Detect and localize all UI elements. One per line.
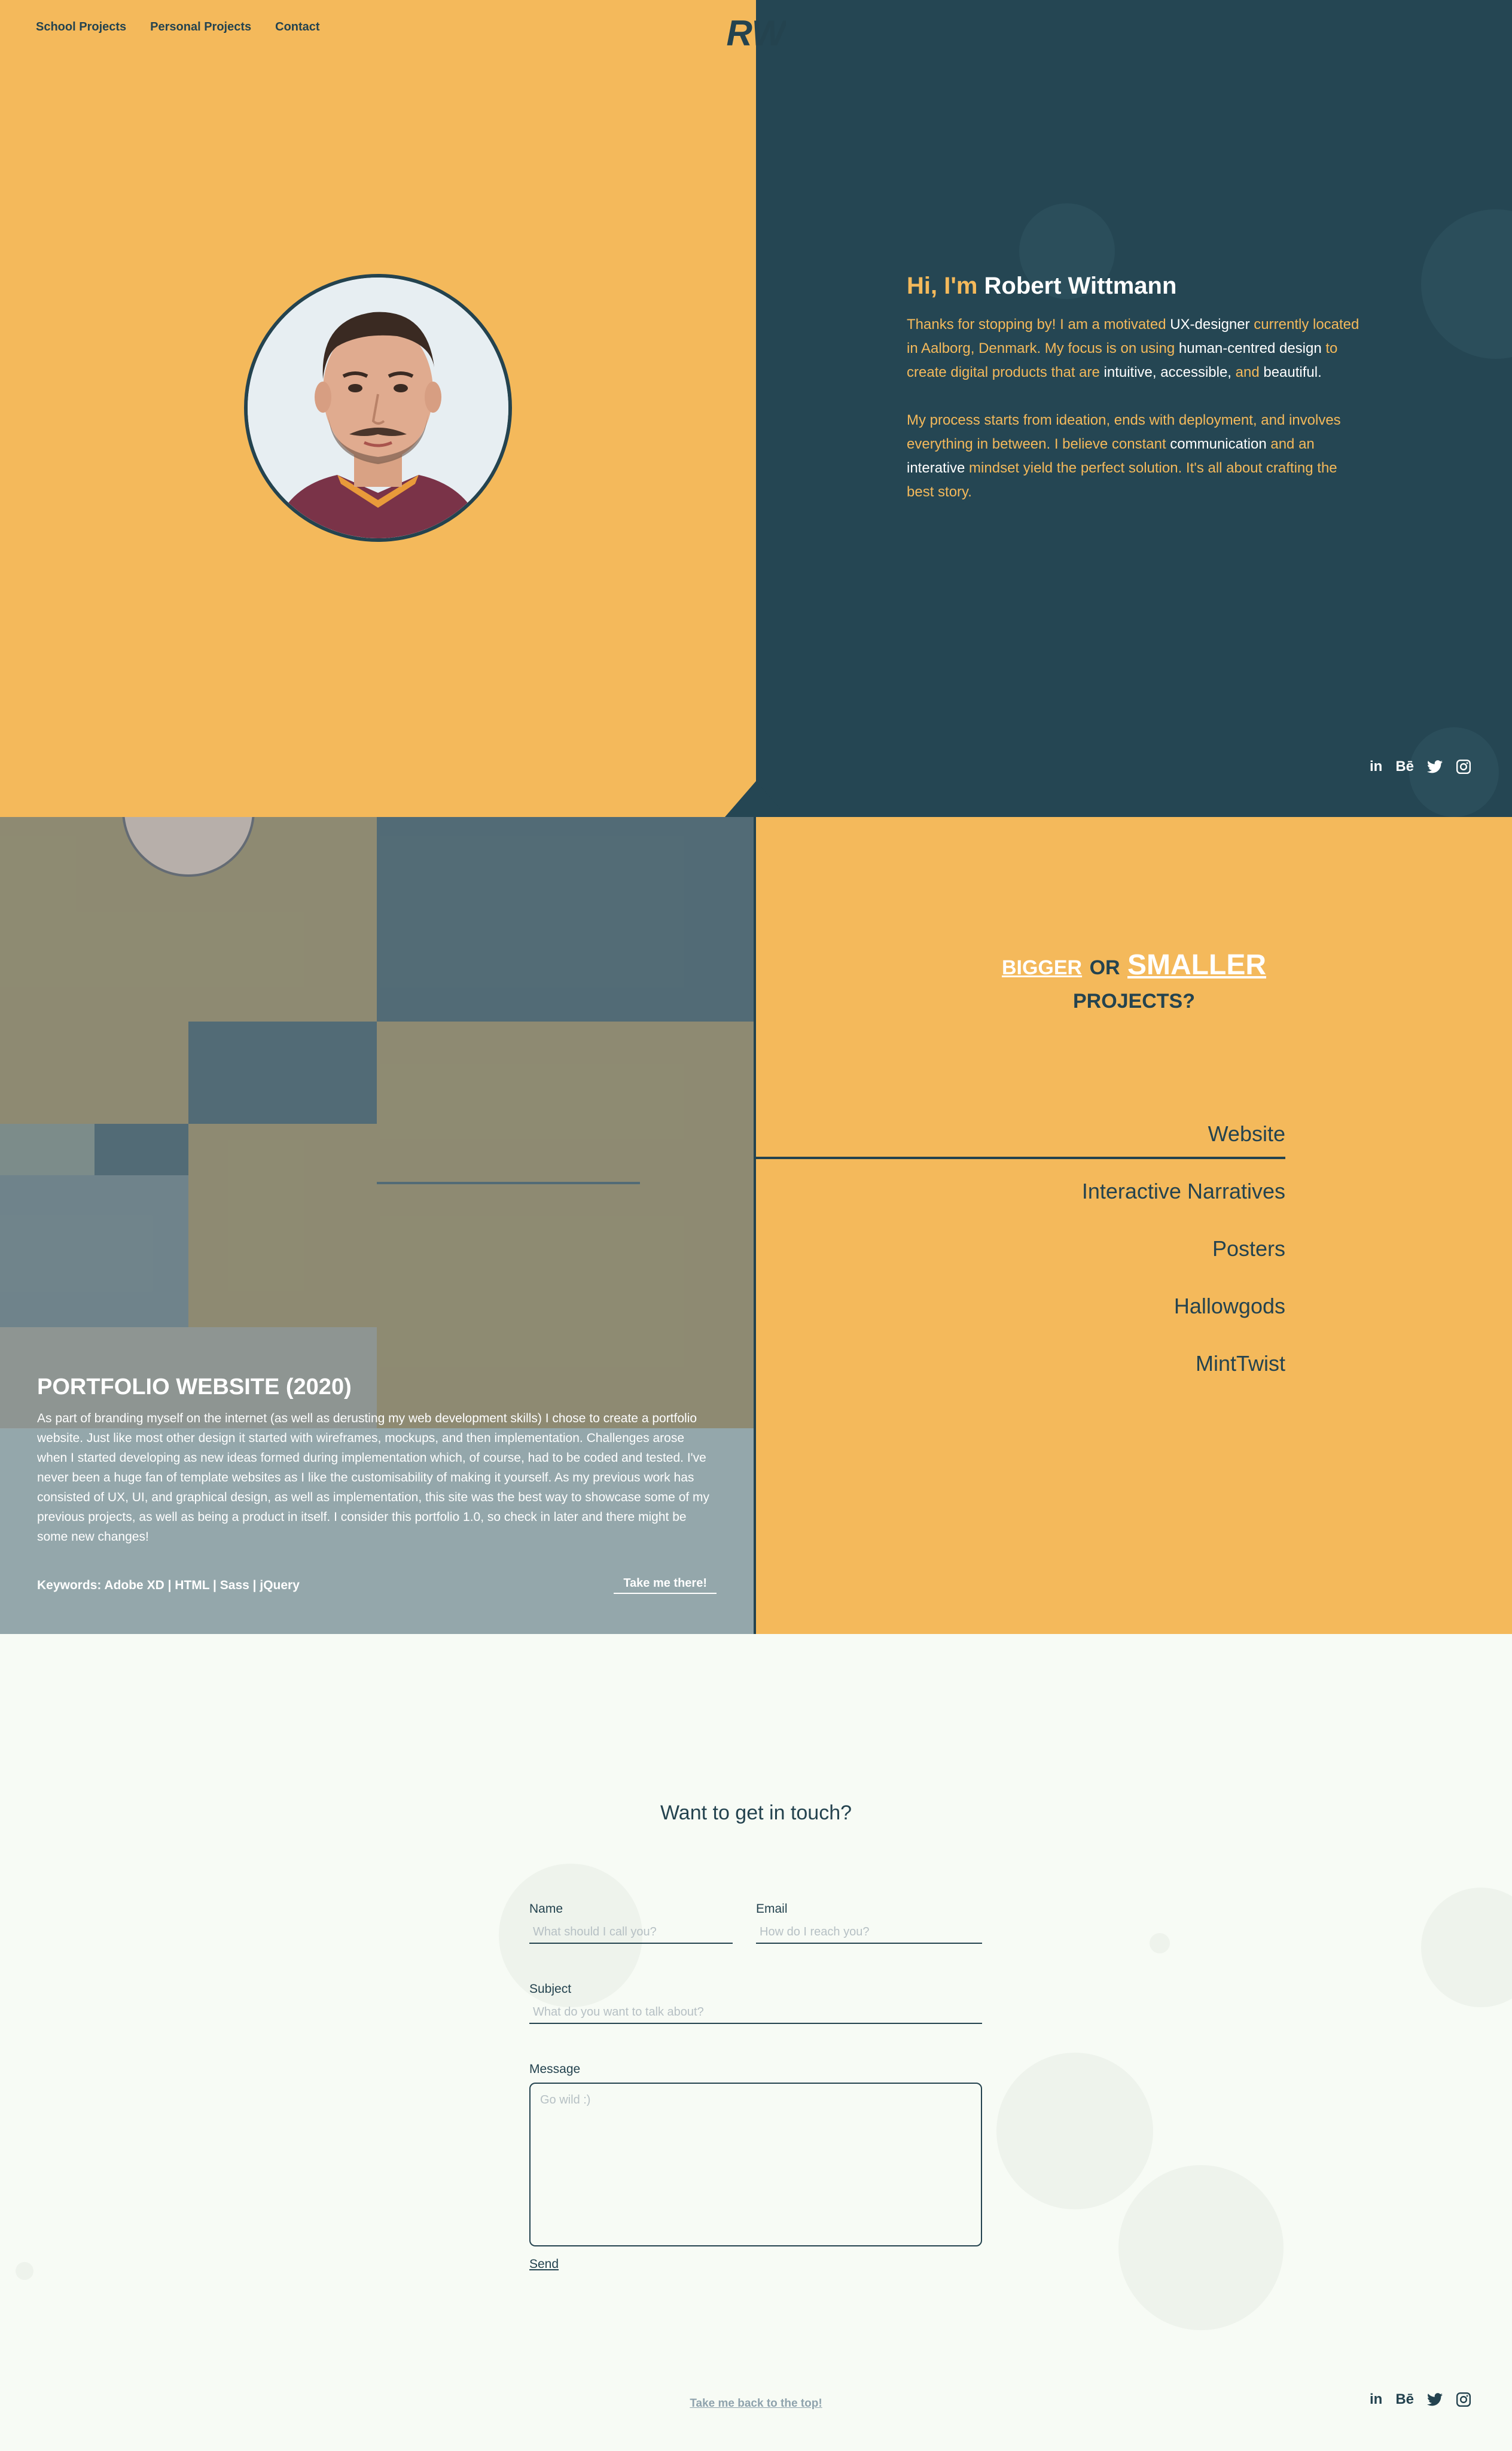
projects-section: PORTFOLIO WEBSITE (2020) As part of bran… — [0, 817, 1512, 1634]
intro-p2-run: and an — [1266, 436, 1315, 452]
bigger-link[interactable]: BIGGER — [1002, 956, 1082, 979]
twitter-icon[interactable] — [1427, 2393, 1443, 2406]
contact-section: Want to get in touch? Name Email Subject… — [0, 1634, 1512, 2451]
behance-icon[interactable]: Bē — [1395, 758, 1414, 775]
project-item-posters[interactable]: Posters — [756, 1224, 1285, 1281]
name-label: Name — [529, 1902, 563, 1916]
project-description: As part of branding myself on the intern… — [37, 1412, 710, 1544]
name-input[interactable] — [529, 1921, 733, 1944]
contact-heading: Want to get in touch? — [660, 1801, 852, 1824]
email-label: Email — [756, 1902, 788, 1916]
send-button[interactable]: Send — [529, 2257, 559, 2272]
subject-label: Subject — [529, 1982, 572, 1996]
project-title: PORTFOLIO WEBSITE (2020) — [37, 1374, 352, 1400]
intro-p2-run: mindset yield the perfect solution. It's… — [907, 460, 1337, 500]
deco-circle — [1150, 1933, 1170, 1953]
avatar — [244, 274, 512, 542]
rw-logo[interactable]: RW — [726, 13, 786, 51]
project-item-hallowgods[interactable]: Hallowgods — [756, 1281, 1285, 1339]
intro-block: Hi, I'm Robert Wittmann Thanks for stopp… — [907, 273, 1361, 528]
deco-circle — [1421, 1888, 1512, 2007]
linkedin-icon[interactable]: in — [1370, 2391, 1382, 2408]
deco-circle — [996, 2053, 1153, 2209]
project-item-interactive-narratives[interactable]: Interactive Narratives — [756, 1166, 1285, 1224]
hero-section: School Projects Personal Projects Contac… — [0, 0, 1512, 817]
subject-input[interactable] — [529, 2001, 982, 2024]
linkedin-icon[interactable]: in — [1370, 758, 1382, 775]
project-footer: Keywords: Adobe XD | HTML | Sass | jQuer… — [37, 1577, 717, 1594]
intro-p2-run: communication — [1170, 436, 1267, 452]
projects-question-word: PROJECTS? — [1072, 990, 1196, 1013]
nav-personal-projects[interactable]: Personal Projects — [150, 20, 251, 34]
project-info: PORTFOLIO WEBSITE (2020) As part of bran… — [37, 1374, 717, 1547]
intro-p1-run: beautiful. — [1263, 364, 1322, 380]
hero-social-links: in Bē — [1370, 758, 1471, 775]
message-label: Message — [529, 2062, 581, 2076]
logo-text: RW — [727, 13, 786, 51]
email-input[interactable] — [756, 1921, 982, 1944]
avatar-portrait — [248, 278, 508, 538]
smaller-link[interactable]: SMALLER — [1127, 949, 1266, 981]
project-keywords: Keywords: Adobe XD | HTML | Sass | jQuer… — [37, 1578, 300, 1592]
intro-heading: Hi, I'm Robert Wittmann — [907, 273, 1361, 300]
deco-circle — [1118, 2165, 1284, 2330]
intro-name: Robert Wittmann — [984, 273, 1177, 299]
deco-circle — [16, 2262, 33, 2280]
top-nav: School Projects Personal Projects Contac… — [36, 20, 320, 34]
twitter-icon[interactable] — [1427, 760, 1443, 773]
intro-p2-run: interative — [907, 460, 965, 476]
section-divider-notch — [725, 781, 787, 817]
deco-circle — [1421, 209, 1512, 359]
project-list: Website Interactive Narratives Posters H… — [756, 1109, 1285, 1396]
nav-school-projects[interactable]: School Projects — [36, 20, 126, 34]
intro-p1-run: Thanks for stopping by! I am a motivated — [907, 316, 1170, 333]
instagram-icon[interactable] — [1456, 759, 1471, 775]
behance-icon[interactable]: Bē — [1395, 2391, 1414, 2408]
message-textarea[interactable] — [529, 2083, 982, 2246]
project-item-minttwist[interactable]: MintTwist — [756, 1339, 1285, 1396]
take-me-there-link[interactable]: Take me there! — [614, 1577, 717, 1594]
intro-p1-run: human-centred design — [1178, 340, 1322, 356]
intro-p1-run: intuitive, accessible, — [1103, 364, 1231, 380]
intro-p1-run: and — [1231, 364, 1264, 380]
or-text: OR — [1089, 956, 1120, 979]
back-to-top-link[interactable]: Take me back to the top! — [0, 2397, 1512, 2410]
intro-greeting: Hi, I'm — [907, 273, 978, 299]
intro-p1-run: UX-designer — [1170, 316, 1250, 333]
project-item-website[interactable]: Website — [756, 1109, 1285, 1166]
intro-paragraph-1: Thanks for stopping by! I am a motivated… — [907, 313, 1361, 385]
intro-paragraph-2: My process starts from ideation, ends wi… — [907, 408, 1361, 504]
nav-contact[interactable]: Contact — [275, 20, 319, 34]
project-preview[interactable]: PORTFOLIO WEBSITE (2020) As part of bran… — [0, 817, 756, 1634]
projects-question: BIGGER OR SMALLER PROJECTS? — [756, 949, 1512, 1013]
footer-social-links: in Bē — [1370, 2391, 1471, 2408]
instagram-icon[interactable] — [1456, 2392, 1471, 2407]
